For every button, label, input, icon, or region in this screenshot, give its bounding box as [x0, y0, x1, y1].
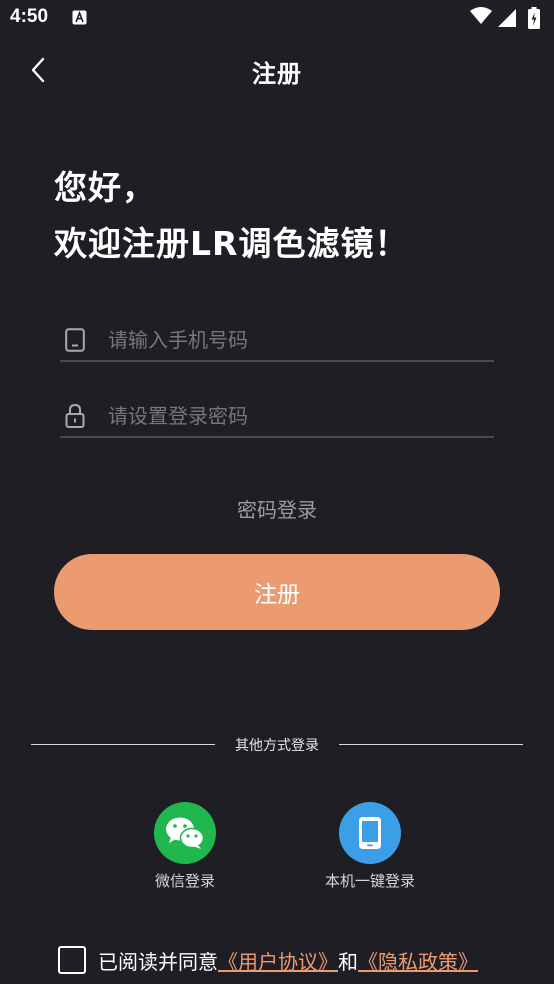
status-time: 4:50	[10, 6, 49, 27]
page-title: 注册	[252, 60, 302, 88]
greeting-line-1: 您好，	[54, 168, 156, 207]
greeting: 您好， 欢迎注册LR调色滤镜！	[54, 160, 408, 272]
notification-a-icon	[72, 10, 87, 25]
agreement-checkbox[interactable]	[58, 946, 86, 974]
password-field	[60, 394, 494, 438]
phone-input[interactable]	[108, 322, 488, 358]
mobile-phone-icon	[62, 326, 88, 354]
wechat-login-label: 微信登录	[154, 872, 215, 890]
divider-line-right	[339, 744, 523, 745]
status-bar: 4:50	[0, 0, 554, 38]
one-key-login-label: 本机一键登录	[324, 872, 415, 890]
phone-icon	[359, 817, 381, 849]
agreement-row: 已阅读并同意 《用户协议》 和 《隐私政策》	[58, 944, 478, 976]
privacy-policy-link[interactable]: 《隐私政策》	[358, 946, 478, 975]
wechat-login-button[interactable]: 微信登录	[130, 802, 240, 891]
agreement-conjunction: 和	[338, 949, 358, 974]
signal-icon	[498, 9, 516, 31]
wifi-icon	[470, 7, 492, 29]
wechat-icon	[166, 817, 205, 849]
wechat-circle	[154, 802, 216, 864]
register-button[interactable]: 注册	[54, 554, 500, 630]
password-login-link[interactable]: 密码登录	[0, 494, 554, 523]
agreement-prefix: 已阅读并同意	[98, 949, 218, 974]
phone-field	[60, 318, 494, 362]
other-login-divider: 其他方式登录	[31, 734, 523, 756]
battery-icon	[528, 7, 540, 33]
other-login-label: 其他方式登录	[235, 738, 319, 754]
one-key-login-button[interactable]: 本机一键登录	[315, 802, 425, 891]
password-input[interactable]	[108, 398, 488, 434]
one-key-circle	[339, 802, 401, 864]
nav-bar: 注册	[0, 46, 554, 96]
user-agreement-link[interactable]: 《用户协议》	[218, 946, 338, 975]
greeting-line-2: 欢迎注册LR调色滤镜！	[54, 224, 409, 263]
lock-icon	[62, 402, 88, 430]
